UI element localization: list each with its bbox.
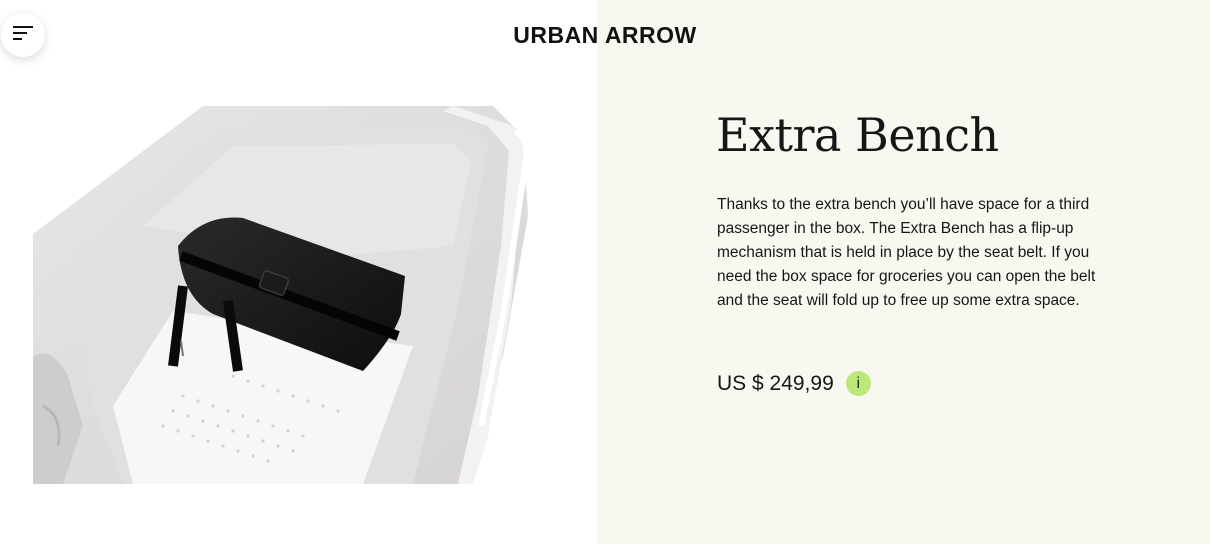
info-icon[interactable]: i bbox=[845, 371, 871, 396]
product-image bbox=[33, 106, 597, 484]
price-row: US $ 249,99 i bbox=[717, 371, 871, 396]
product-title: Extra Bench bbox=[716, 108, 999, 162]
brand-logo[interactable]: URBAN ARROW bbox=[0, 22, 1210, 49]
product-price: US $ 249,99 bbox=[717, 371, 834, 395]
product-description: Thanks to the extra bench you’ll have sp… bbox=[717, 196, 1096, 309]
page-bottom-strip bbox=[0, 544, 1210, 554]
info-label: i bbox=[856, 374, 861, 392]
